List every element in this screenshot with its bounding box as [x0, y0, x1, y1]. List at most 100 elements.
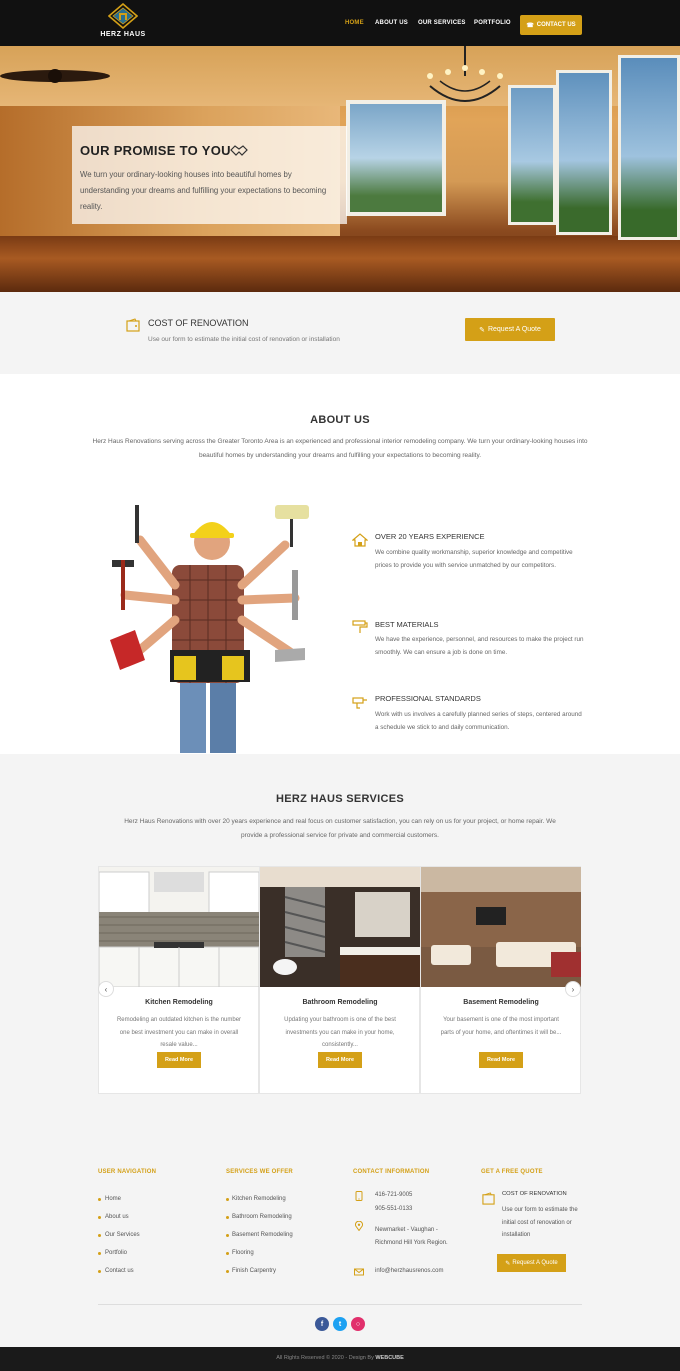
logo[interactable]: HERZ HAUS — [100, 2, 146, 45]
contact-phone[interactable]: 416-721-9005 — [375, 1192, 412, 1198]
envelope-icon — [354, 1268, 364, 1276]
contact-us-button[interactable]: ☎ CONTACT US — [520, 15, 582, 35]
hero-window — [618, 55, 680, 240]
wallet-icon — [126, 318, 140, 332]
drill-icon — [352, 697, 367, 709]
worker-image — [110, 505, 309, 753]
carousel-next-button[interactable]: › — [565, 981, 581, 997]
footer-service-link[interactable]: Kitchen Remodeling — [232, 1196, 286, 1202]
bullet — [98, 1216, 101, 1219]
bullet — [226, 1234, 229, 1237]
footer-service-link[interactable]: Bathroom Remodeling — [232, 1214, 292, 1220]
copyright: All Rights Reserved © 2020 - Design By W… — [0, 1355, 680, 1361]
chevron-right-icon: › — [571, 984, 575, 994]
card-text: Remodeling an outdated kitchen is the nu… — [116, 1017, 242, 1048]
logo-text: HERZ HAUS — [100, 31, 146, 38]
footer-divider — [98, 1304, 582, 1305]
cost-text: Use our form to estimate the initial cos… — [148, 336, 340, 343]
footer-services-heading: SERVICES WE OFFER — [226, 1169, 293, 1175]
feature-text: We combine quality workmanship, superior… — [375, 549, 573, 569]
bullet — [98, 1252, 101, 1255]
footer-quote-title: COST OF RENOVATION — [502, 1191, 567, 1197]
feature-text: We have the experience, personnel, and r… — [375, 636, 584, 656]
read-more-button[interactable]: Read More — [157, 1052, 201, 1068]
footer-quote-text: Use our form to estimate the initial cos… — [502, 1207, 578, 1238]
footer-link-contact[interactable]: Contact us — [105, 1268, 134, 1274]
footer-request-quote-button[interactable]: ✎ Request A Quote — [497, 1254, 566, 1272]
hero-window — [508, 85, 556, 225]
service-card-basement[interactable]: Basement Remodeling Your basement is one… — [420, 866, 581, 1094]
facebook-icon[interactable]: f — [315, 1317, 329, 1331]
contact-email[interactable]: info@herzhausrenos.com — [375, 1268, 443, 1274]
card-title: Bathroom Remodeling — [302, 999, 378, 1006]
footer-request-quote-label: Request A Quote — [512, 1260, 558, 1266]
nav-home[interactable]: HOME — [345, 20, 364, 26]
card-text: Updating your bathroom is one of the bes… — [284, 1017, 396, 1048]
about-text: Herz Haus Renovations serving across the… — [92, 438, 588, 459]
footer-contact-heading: CONTACT INFORMATION — [353, 1169, 430, 1175]
instagram-icon[interactable]: ○ — [351, 1317, 365, 1331]
footer-quote-heading: GET A FREE QUOTE — [481, 1169, 543, 1175]
phone-icon: ☎ — [526, 22, 534, 29]
twitter-icon[interactable]: t — [333, 1317, 347, 1331]
feature-title: OVER 20 YEARS EXPERIENCE — [375, 532, 485, 541]
nav-about-us[interactable]: ABOUT US — [375, 20, 408, 26]
feature-title: PROFESSIONAL STANDARDS — [375, 694, 481, 703]
edit-icon: ✎ — [479, 326, 485, 334]
bullet — [98, 1234, 101, 1237]
chandelier-image — [427, 46, 503, 102]
hero-title: OUR PROMISE TO YOU — [80, 143, 231, 158]
paint-roller-icon — [352, 620, 368, 633]
hero-window — [556, 70, 612, 235]
bullet — [226, 1270, 229, 1273]
read-more-button[interactable]: Read More — [479, 1052, 523, 1068]
bathroom-image — [260, 867, 420, 987]
footer-link-portfolio[interactable]: Portfolio — [105, 1250, 127, 1256]
mobile-phone-icon — [355, 1191, 363, 1201]
ceiling-fan-image — [0, 69, 110, 83]
logo-icon — [107, 2, 139, 30]
hero-floor — [0, 236, 680, 292]
cost-title: COST OF RENOVATION — [148, 318, 249, 328]
cost-section — [0, 292, 680, 374]
bullet — [98, 1198, 101, 1201]
contact-address: Newmarket - Vaughan - Richmond Hill York… — [375, 1227, 448, 1246]
footer-nav-heading: USER NAVIGATION — [98, 1169, 157, 1175]
contact-phone[interactable]: 905-551-0133 — [375, 1206, 412, 1212]
house-icon — [352, 533, 368, 547]
bullet — [226, 1252, 229, 1255]
basement-image — [421, 867, 581, 987]
carousel-prev-button[interactable]: ‹ — [98, 981, 114, 997]
footer-service-link[interactable]: Finish Carpentry — [232, 1268, 276, 1274]
bullet — [98, 1270, 101, 1273]
handshake-icon — [230, 145, 248, 156]
footer-link-home[interactable]: Home — [105, 1196, 121, 1202]
services-title: HERZ HAUS SERVICES — [275, 793, 405, 805]
contact-us-label: CONTACT US — [536, 22, 576, 28]
wallet-icon — [482, 1192, 495, 1205]
about-title: ABOUT US — [310, 414, 370, 426]
footer-service-link[interactable]: Basement Remodeling — [232, 1232, 293, 1238]
feature-title: BEST MATERIALS — [375, 620, 439, 629]
footer-link-services[interactable]: Our Services — [105, 1232, 140, 1238]
service-card-kitchen[interactable]: Kitchen Remodeling Remodeling an outdate… — [98, 866, 259, 1094]
map-pin-icon — [355, 1221, 363, 1231]
nav-our-services[interactable]: OUR SERVICES — [418, 20, 466, 26]
card-text: Your basement is one of the most importa… — [440, 1017, 562, 1036]
card-title: Basement Remodeling — [463, 999, 539, 1006]
feature-text: Work with us involves a carefully planne… — [375, 711, 582, 731]
services-text: Herz Haus Renovations with over 20 years… — [124, 818, 556, 839]
footer-link-about[interactable]: About us — [105, 1214, 129, 1220]
service-card-bathroom[interactable]: Bathroom Remodeling Updating your bathro… — [259, 866, 420, 1094]
footer-service-link[interactable]: Flooring — [232, 1250, 254, 1256]
request-quote-button[interactable]: ✎ Request A Quote — [465, 318, 555, 341]
request-quote-label: Request A Quote — [487, 326, 541, 333]
kitchen-image — [99, 867, 259, 987]
chevron-left-icon: ‹ — [104, 984, 108, 994]
bullet — [226, 1216, 229, 1219]
card-title: Kitchen Remodeling — [145, 999, 213, 1006]
nav-portfolio[interactable]: PORTFOLIO — [474, 20, 511, 26]
designer-link[interactable]: WEBCUBE — [375, 1355, 403, 1361]
read-more-button[interactable]: Read More — [318, 1052, 362, 1068]
bullet — [226, 1198, 229, 1201]
